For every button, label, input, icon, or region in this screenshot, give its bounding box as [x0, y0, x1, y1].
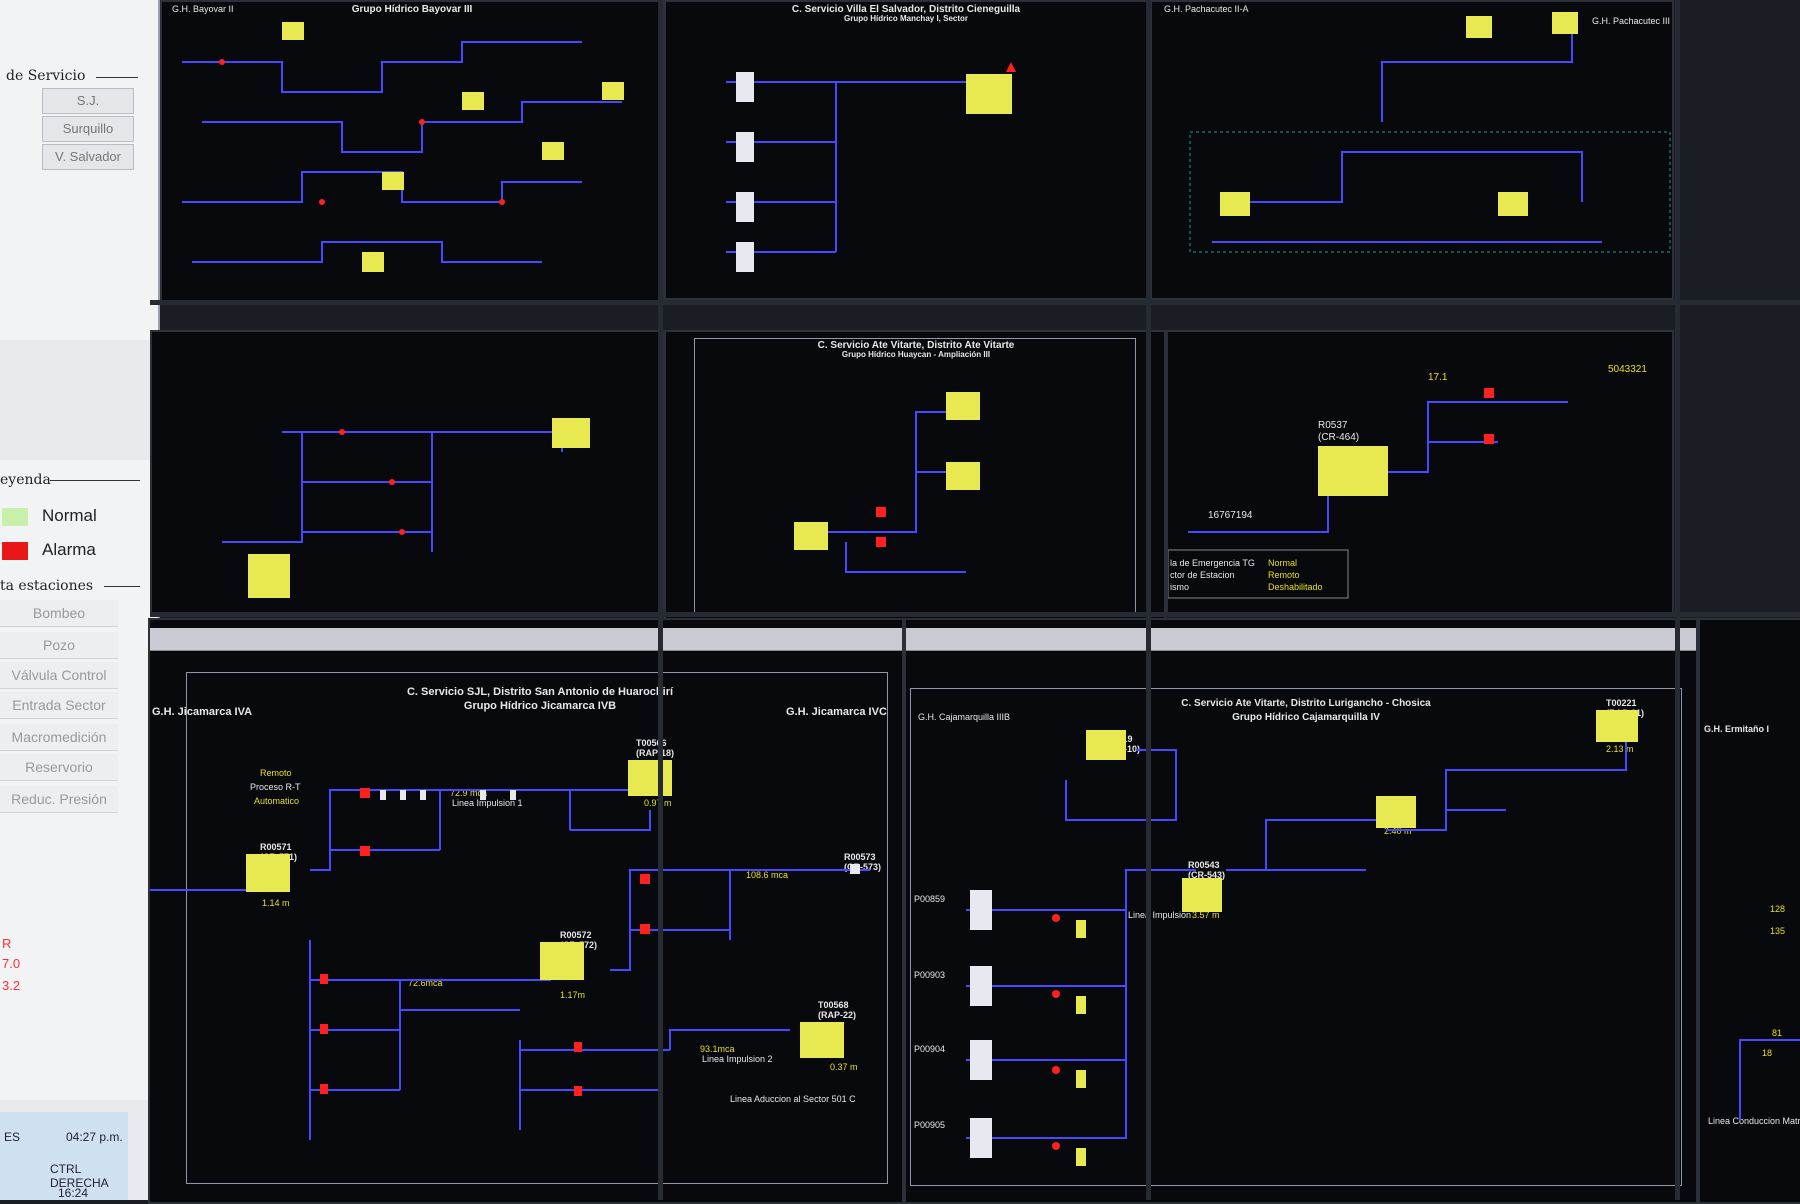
schematic-r0537: [1168, 388, 1568, 599]
schematic-huaycan: [794, 392, 980, 573]
taskbar: ES 04:27 p.m. CTRL DERECHA 16:24: [0, 1112, 128, 1200]
schematic-pachacutec: [1189, 12, 1671, 253]
screen-bayovar-lower: [150, 330, 664, 614]
screen-villa-salvador: C. Servicio Villa El Salvador, Distrito …: [664, 0, 1150, 300]
station-bombeo[interactable]: Bombeo: [0, 600, 118, 627]
taskbar-time: 04:27 p.m.: [66, 1130, 123, 1144]
legend-alarma-label: Alarma: [42, 540, 96, 559]
legend-alarma-swatch: [2, 542, 28, 560]
service-button-lurigancho[interactable]: S.J. Lurigancho: [42, 88, 134, 132]
bezel: [1146, 0, 1151, 1200]
legend-normal-label: Normal: [42, 506, 97, 525]
red-value-3: 3.2: [2, 978, 21, 993]
schematic-lower-left: [222, 418, 590, 598]
bezel: [150, 612, 1800, 617]
service-button-salvador[interactable]: V. Salvador: [42, 144, 134, 170]
schematic-bayovar: [182, 22, 624, 272]
service-title: de Servicio: [6, 68, 86, 84]
station-valvula[interactable]: Válvula Control: [0, 662, 118, 689]
screen-pachacutec: G.H. Pachacutec II-A G.H. Pachacutec III: [1150, 0, 1674, 300]
station-reservorio[interactable]: Reservorio: [0, 754, 118, 781]
left-side-panel: de Servicio S.J. Lurigancho Surquillo V.…: [0, 0, 160, 1200]
schematic-ermitano: [1739, 1039, 1800, 1120]
bezel: [658, 0, 663, 1200]
schematic-cajamarquilla: [966, 710, 1638, 1166]
divider: [96, 77, 138, 78]
station-macromedicion[interactable]: Macromedición: [0, 724, 118, 751]
service-panel: de Servicio S.J. Lurigancho Surquillo V.…: [0, 0, 160, 340]
screen-cajamarquilla: C. Servicio Ate Vitarte, Distrito Luriga…: [904, 618, 1698, 1204]
schematic-villa-salvador: [726, 62, 1016, 272]
red-value-2: 7.0: [2, 956, 21, 971]
bezel: [1675, 0, 1680, 1200]
divider: [50, 480, 140, 481]
clock-2: 16:24: [58, 1186, 89, 1200]
red-value-1: R: [2, 936, 12, 951]
legend-title: eyenda: [0, 472, 51, 488]
screen-bayovar: Grupo Hídrico Bayovar III G.H. Bayovar I…: [160, 0, 664, 304]
service-button-surquillo[interactable]: Surquillo: [42, 116, 134, 142]
screen-ermitano: G.H. Ermitaño I 128 135 81 18 Linea Cond…: [1698, 618, 1800, 1204]
station-reduc[interactable]: Reduc. Presión: [0, 786, 118, 813]
bezel: [150, 300, 1800, 305]
schematic-jicamarca: [150, 760, 870, 1140]
screen-jicamarca: C. Servicio SJL, Distrito San Antonio de…: [148, 618, 904, 1204]
divider: [104, 586, 140, 587]
legend-panel: eyenda Normal Alarma ta estaciones Bombe…: [0, 460, 160, 1100]
stations-title: ta estaciones: [0, 578, 94, 594]
screen-ate-vitarte-huaycan: C. Servicio Ate Vitarte, Distrito Ate Vi…: [664, 330, 1166, 620]
screen-reservoir-r0537: 17.1 5043321 R0537 (CR-464) 16767194 la …: [1166, 330, 1674, 614]
station-pozo[interactable]: Pozo: [0, 632, 118, 659]
station-entrada[interactable]: Entrada Sector: [0, 692, 118, 719]
lang-indicator[interactable]: ES: [4, 1130, 20, 1144]
legend-normal-swatch: [2, 508, 28, 526]
